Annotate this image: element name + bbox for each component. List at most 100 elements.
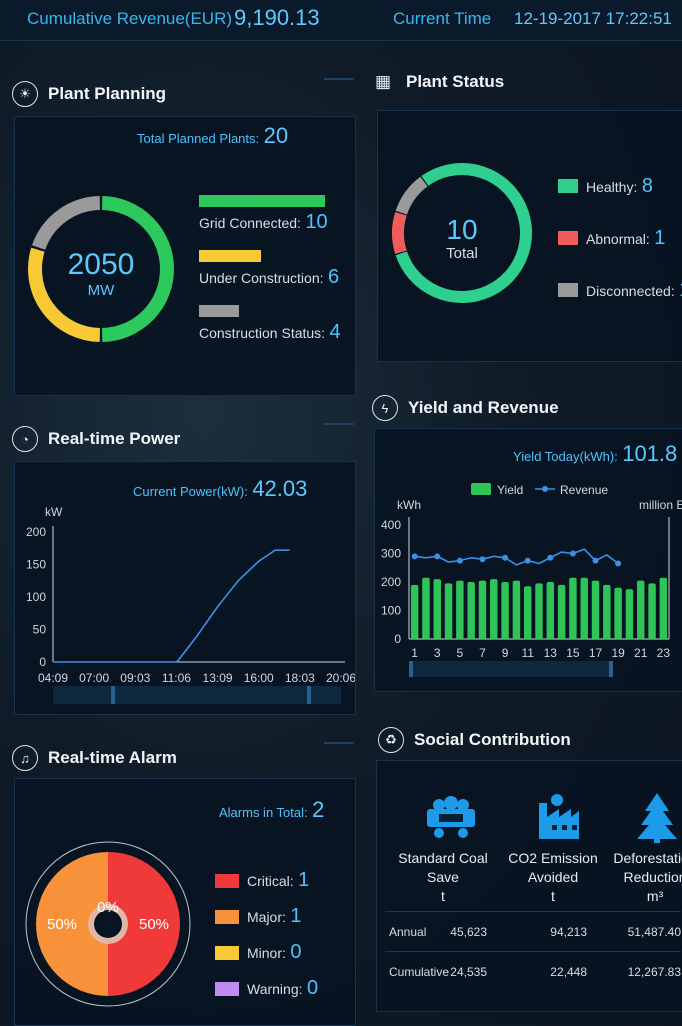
row-divider — [385, 911, 681, 912]
gauge-icon: ◔ — [12, 426, 38, 452]
y-tick: 400 — [381, 518, 401, 532]
x-tick: 5 — [457, 646, 464, 660]
time-value: 12-19-2017 17:22:51 — [514, 9, 672, 28]
revenue-point — [524, 557, 531, 564]
yield-bar — [523, 586, 532, 639]
social-row-label: Annual — [389, 925, 427, 939]
alarm-swatch — [215, 910, 239, 924]
header-decoration — [324, 423, 354, 457]
alarm-swatch — [215, 982, 239, 996]
plant-planning-panel: Total Planned Plants: 20 2050 MW Grid Co… — [14, 116, 356, 396]
x-tick: 04:09 — [38, 671, 68, 685]
yield-bar — [591, 580, 600, 639]
solar-panel-icon: ▦ — [374, 72, 392, 91]
yield-bar — [512, 580, 521, 639]
alarms-total-value: 2 — [312, 797, 325, 822]
zoom-handle-left[interactable] — [111, 686, 115, 704]
plant-status-ring: 10 Total — [392, 163, 532, 303]
plant-planning-title: Plant Planning — [48, 84, 167, 103]
yield-bar — [535, 583, 543, 639]
status-segment-2 — [395, 176, 428, 215]
zoom-handle-right[interactable] — [307, 686, 311, 704]
bell-icon: ♫ — [12, 745, 38, 771]
status-segment-1 — [392, 211, 407, 255]
x-tick: 11 — [521, 646, 534, 660]
legend-value: 4 — [329, 321, 341, 343]
legend-value: 10 — [305, 211, 328, 233]
status-label: Healthy: — [586, 179, 638, 195]
y-tick: 100 — [26, 590, 46, 604]
yield-bar — [546, 582, 555, 639]
social-contribution-title: Social Contribution — [414, 730, 571, 749]
zoom-handle-left[interactable] — [409, 661, 413, 677]
plant-status-panel: 10 Total Healthy: 8 Abnormal: 1 Disconnect… — [377, 110, 682, 362]
revenue-point — [569, 550, 576, 557]
yield-bar — [648, 583, 656, 639]
yield-bar — [580, 577, 588, 639]
revenue-point — [411, 553, 418, 560]
zoom-handle-right[interactable] — [609, 661, 613, 677]
alarm-value: 1 — [290, 905, 302, 927]
yield-bar — [490, 579, 498, 639]
yield-revenue-panel: Yield Today(kWh): 101.8 Yield Revenue kWh m… — [374, 428, 682, 692]
alarm-value: 0 — [306, 977, 319, 999]
alarm-value: 0 — [290, 941, 302, 963]
x-tick: 11:06 — [162, 671, 191, 685]
realtime-alarm-title: Real-time Alarm — [48, 748, 177, 767]
zoom-slider-track — [53, 686, 341, 704]
yield-today-value: 101.8 — [622, 441, 678, 466]
x-tick: 19 — [611, 646, 625, 660]
alarm-legend-item: Minor: 0 — [247, 941, 301, 964]
total-planned-label: Total Planned Plants: — [137, 131, 260, 146]
yield-bar — [659, 577, 668, 639]
x-tick: 13 — [544, 646, 558, 660]
coal-cart-icon — [427, 796, 475, 838]
realtime-alarm-panel: Alarms in Total: 2 50% 0% 50% Critical: 1M… — [14, 778, 356, 1026]
alarm-pie-chart: 50% 0% 50% — [25, 841, 191, 1007]
legend-revenue-dot — [542, 486, 548, 492]
social-column-header: CO2 Emission Avoided t — [501, 849, 605, 906]
x-tick: 16:00 — [244, 671, 274, 685]
social-contribution-header: ♻ Social Contribution — [378, 718, 682, 762]
social-cell: 45,623 — [450, 925, 487, 939]
alarm-swatch — [215, 874, 239, 888]
social-cell: 94,213 — [550, 925, 587, 939]
alarm-label: Major: — [247, 909, 286, 925]
y-tick: 200 — [381, 575, 401, 589]
y-tick: 50 — [33, 623, 47, 637]
status-label: Disconnected: — [586, 283, 675, 299]
y-tick: 200 — [26, 525, 46, 539]
factory-icon — [539, 794, 579, 839]
x-tick: 21 — [634, 646, 648, 660]
y-tick: 100 — [381, 604, 401, 618]
legend-bar-2 — [199, 305, 239, 317]
status-total-value: 10 — [446, 214, 477, 245]
y-unit: kW — [45, 505, 63, 519]
legend-item: Construction Status: 4 — [199, 321, 341, 344]
x-tick: 7 — [479, 646, 486, 660]
legend-label: Construction Status: — [199, 325, 326, 341]
yield-bar — [501, 582, 509, 639]
yield-bar — [557, 584, 566, 639]
x-tick: 09:03 — [120, 671, 150, 685]
plant-status-title: Plant Status — [406, 72, 505, 91]
current-power-value: 42.03 — [252, 476, 308, 501]
status-label: Abnormal: — [586, 231, 650, 247]
status-value: 1 — [654, 227, 666, 249]
row-divider — [385, 951, 681, 952]
alarm-legend-item: Major: 1 — [247, 905, 301, 928]
capacity-unit: MW — [88, 282, 115, 299]
social-column-unit: t — [551, 888, 555, 904]
alarm-value: 1 — [298, 869, 310, 891]
plant-status-header: ▦ Plant Status — [370, 60, 682, 104]
social-column-unit: t — [441, 888, 445, 904]
yield-revenue-chart: Yield RevenuekWh million E01002003004001 3 5… — [381, 483, 682, 677]
revenue-point — [502, 554, 509, 561]
realtime-power-title: Real-time Power — [48, 429, 181, 448]
status-value: 8 — [641, 175, 653, 197]
legend-label: Grid Connected: — [199, 215, 301, 231]
yield-bar — [569, 577, 577, 639]
plant-planning-header: ☀ Plant Planning — [12, 72, 354, 116]
time-label: Current Time — [393, 9, 492, 28]
yield-revenue-title: Yield and Revenue — [408, 398, 559, 417]
